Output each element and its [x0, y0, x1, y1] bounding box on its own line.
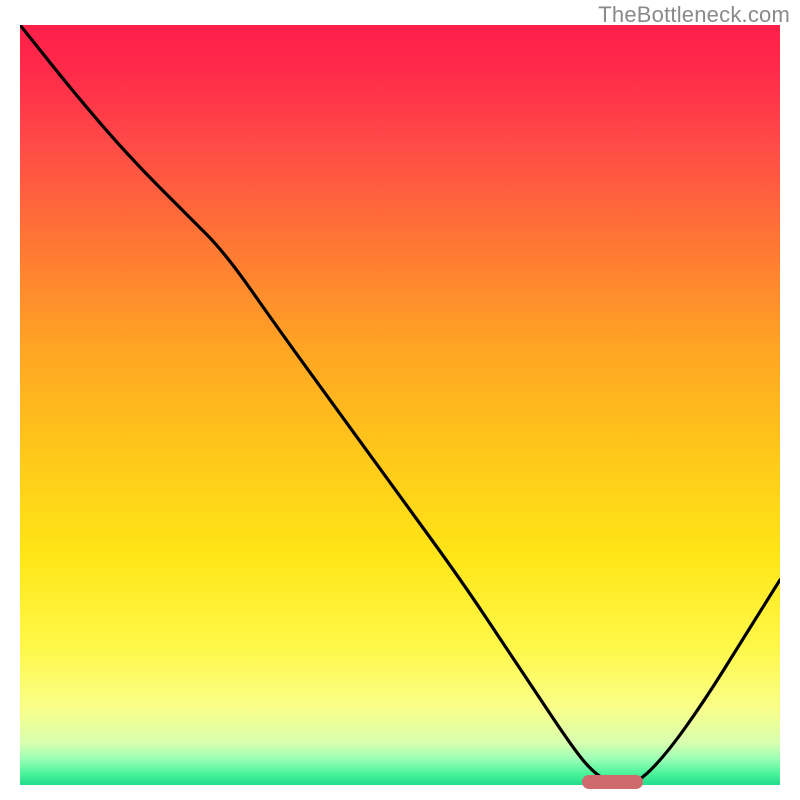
- optimal-marker: [582, 775, 643, 789]
- gradient-background: [20, 25, 780, 785]
- watermark-text: TheBottleneck.com: [598, 2, 790, 28]
- chart-svg: [20, 25, 780, 785]
